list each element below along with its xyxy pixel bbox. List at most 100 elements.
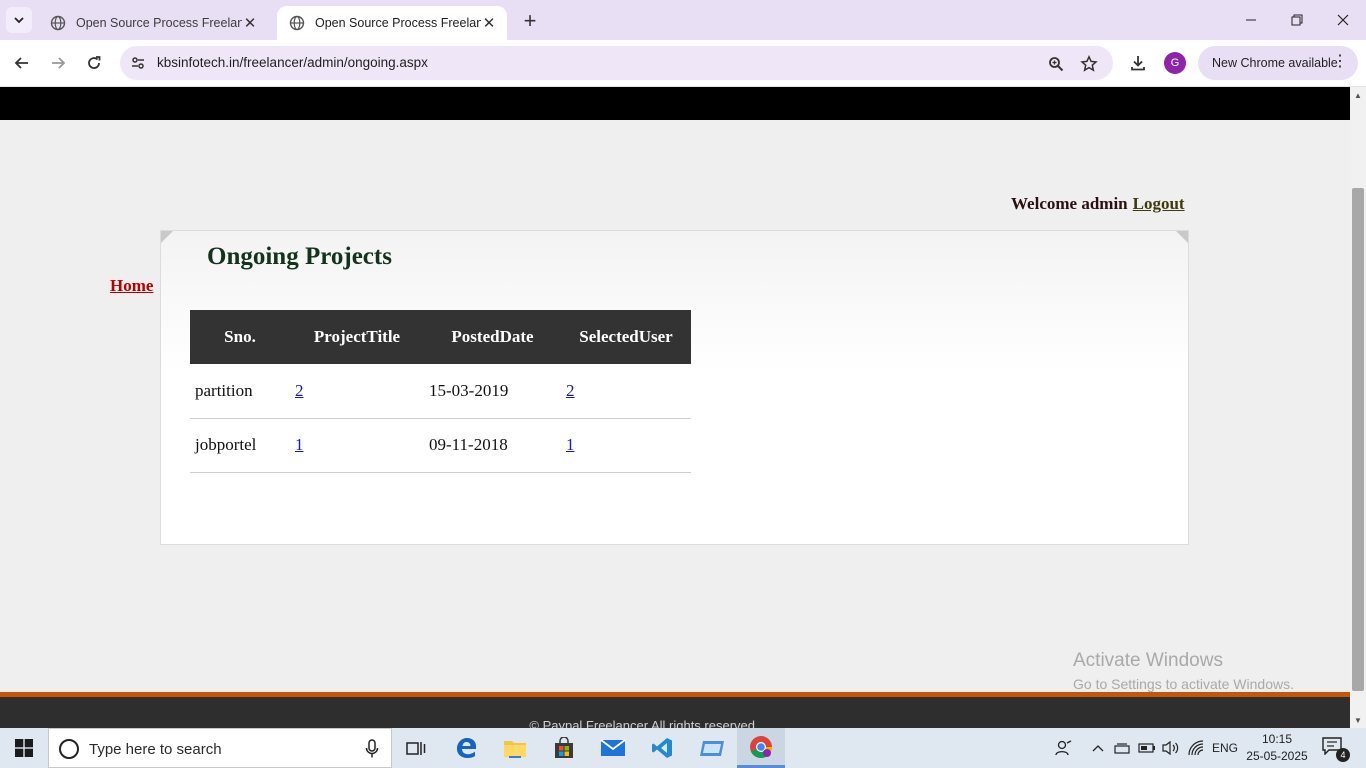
close-icon[interactable]: ✕ xyxy=(481,15,497,32)
tab-title: Open Source Process Freelancer xyxy=(315,16,481,30)
search-icon xyxy=(59,739,79,759)
wifi-icon[interactable] xyxy=(1185,728,1207,768)
folder-icon xyxy=(504,741,526,758)
watermark-subtitle: Go to Settings to activate Windows. xyxy=(1073,676,1294,692)
mail-icon xyxy=(600,739,626,756)
more-menu-icon[interactable]: ⋮ xyxy=(1332,54,1348,70)
scrollbar-thumb[interactable] xyxy=(1352,188,1364,691)
new-chrome-available-button[interactable]: New Chrome available ⋮ xyxy=(1198,46,1358,80)
close-icon xyxy=(1337,14,1349,26)
cell-sno: jobportel xyxy=(190,418,290,473)
clock-date: 25-05-2025 xyxy=(1246,749,1308,763)
welcome-text: Welcome admin xyxy=(1011,194,1128,213)
minimize-icon xyxy=(1246,19,1256,21)
ongoing-projects-table: Sno. ProjectTitle PostedDate SelectedUse… xyxy=(190,310,691,473)
bookmark-star-icon[interactable] xyxy=(1078,53,1100,75)
tab-strip: Open Source Process Freelancer ✕ Open So… xyxy=(0,0,1366,40)
action-center-button[interactable]: 4 xyxy=(1322,737,1350,762)
project-title-link[interactable]: 2 xyxy=(295,381,304,400)
back-button[interactable] xyxy=(8,49,36,77)
address-bar[interactable]: kbsinfotech.in/freelancer/admin/ongoing.… xyxy=(120,46,1113,80)
edge-app[interactable] xyxy=(442,728,490,768)
close-icon[interactable]: ✕ xyxy=(242,15,258,32)
download-icon[interactable] xyxy=(1125,50,1151,76)
globe-icon xyxy=(289,15,305,31)
browser-toolbar: kbsinfotech.in/freelancer/admin/ongoing.… xyxy=(0,40,1366,87)
table-row: jobportel 1 09-11-2018 1 xyxy=(190,418,691,473)
vscode-icon xyxy=(652,738,672,758)
column-header-selected-user: SelectedUser xyxy=(561,310,691,364)
scroll-down-arrow-icon[interactable]: ▼ xyxy=(1350,712,1366,728)
chevron-up-icon[interactable] xyxy=(1088,728,1108,768)
chrome-app[interactable] xyxy=(737,728,785,768)
battery-icon[interactable] xyxy=(1136,728,1158,768)
microsoft-store-app[interactable] xyxy=(540,728,588,768)
minimize-button[interactable] xyxy=(1228,0,1274,40)
generic-app[interactable] xyxy=(688,728,736,768)
volume-icon[interactable] xyxy=(1160,728,1182,768)
scroll-up-arrow-icon[interactable]: ▲ xyxy=(1350,87,1366,103)
home-link[interactable]: Home xyxy=(110,276,153,296)
people-icon[interactable] xyxy=(1052,728,1076,768)
panel-corner-right xyxy=(1176,231,1188,243)
arrow-left-icon xyxy=(14,57,28,69)
close-window-button[interactable] xyxy=(1320,0,1366,40)
store-bag-icon xyxy=(555,737,573,758)
tab-search-button[interactable] xyxy=(6,7,32,33)
vscode-app[interactable] xyxy=(638,728,686,768)
site-settings-icon[interactable] xyxy=(128,53,148,73)
url-text: kbsinfotech.in/freelancer/admin/ongoing.… xyxy=(157,55,428,70)
forward-button[interactable] xyxy=(44,49,72,77)
selected-user-link[interactable]: 1 xyxy=(566,435,575,454)
welcome-area: Welcome admin Logout xyxy=(1011,194,1185,214)
chevron-down-icon xyxy=(14,17,24,24)
project-title-link[interactable]: 1 xyxy=(295,435,304,454)
activate-windows-watermark: Activate Windows Go to Settings to activ… xyxy=(1073,650,1294,692)
copyright-text: © Paypal Freelancer.All rights reserved. xyxy=(529,718,759,728)
page-viewport: Welcome admin Logout Home Ongoing Project… xyxy=(0,87,1350,728)
system-clock[interactable]: 10:15 25-05-2025 xyxy=(1246,731,1308,765)
cell-sno: partition xyxy=(190,364,290,419)
page-title: Ongoing Projects xyxy=(207,243,392,270)
file-explorer-app[interactable] xyxy=(491,728,539,768)
notification-count-badge: 4 xyxy=(1336,748,1350,762)
logout-link[interactable]: Logout xyxy=(1133,194,1185,213)
restore-button[interactable] xyxy=(1274,0,1320,40)
new-tab-button[interactable]: + xyxy=(518,8,542,33)
clock-time: 10:15 xyxy=(1261,732,1293,746)
table-row: partition 2 15-03-2019 2 xyxy=(190,364,691,419)
cell-posted-date: 15-03-2019 xyxy=(424,364,561,419)
drive-icon[interactable] xyxy=(1112,728,1132,768)
tab-2[interactable]: Open Source Process Freelancer ✕ xyxy=(277,6,507,40)
table-header-row: Sno. ProjectTitle PostedDate SelectedUse… xyxy=(190,310,691,364)
vertical-scrollbar[interactable]: ▲ ▼ xyxy=(1350,87,1366,728)
arrow-right-icon xyxy=(52,57,66,69)
ongoing-projects-panel: Ongoing Projects Sno. ProjectTitle Poste… xyxy=(160,230,1189,545)
cell-posted-date: 09-11-2018 xyxy=(424,418,561,473)
header-band xyxy=(0,87,1350,120)
globe-icon xyxy=(50,15,66,31)
start-button[interactable] xyxy=(0,728,48,768)
restore-icon xyxy=(1291,14,1303,26)
tab-title: Open Source Process Freelancer xyxy=(76,16,242,30)
app-window-icon xyxy=(700,741,724,756)
task-view-button[interactable] xyxy=(392,728,440,768)
update-chip-label: New Chrome available xyxy=(1212,56,1338,70)
microphone-icon[interactable] xyxy=(365,739,379,759)
selected-user-link[interactable]: 2 xyxy=(566,381,575,400)
zoom-icon[interactable] xyxy=(1045,53,1067,75)
reload-button[interactable] xyxy=(80,49,108,77)
column-header-sno: Sno. xyxy=(190,310,290,364)
watermark-title: Activate Windows xyxy=(1073,650,1223,671)
mail-app[interactable] xyxy=(589,728,637,768)
search-placeholder: Type here to search xyxy=(89,741,222,758)
tab-1[interactable]: Open Source Process Freelancer ✕ xyxy=(38,6,268,40)
panel-corner-left xyxy=(161,231,173,243)
reload-icon xyxy=(88,56,101,69)
windows-logo-icon xyxy=(15,739,33,757)
edge-icon xyxy=(457,738,476,758)
taskbar-search-box[interactable]: Type here to search xyxy=(48,728,392,768)
task-view-icon xyxy=(406,742,426,755)
language-indicator[interactable]: ENG xyxy=(1210,728,1240,768)
profile-avatar[interactable]: G xyxy=(1164,52,1186,74)
